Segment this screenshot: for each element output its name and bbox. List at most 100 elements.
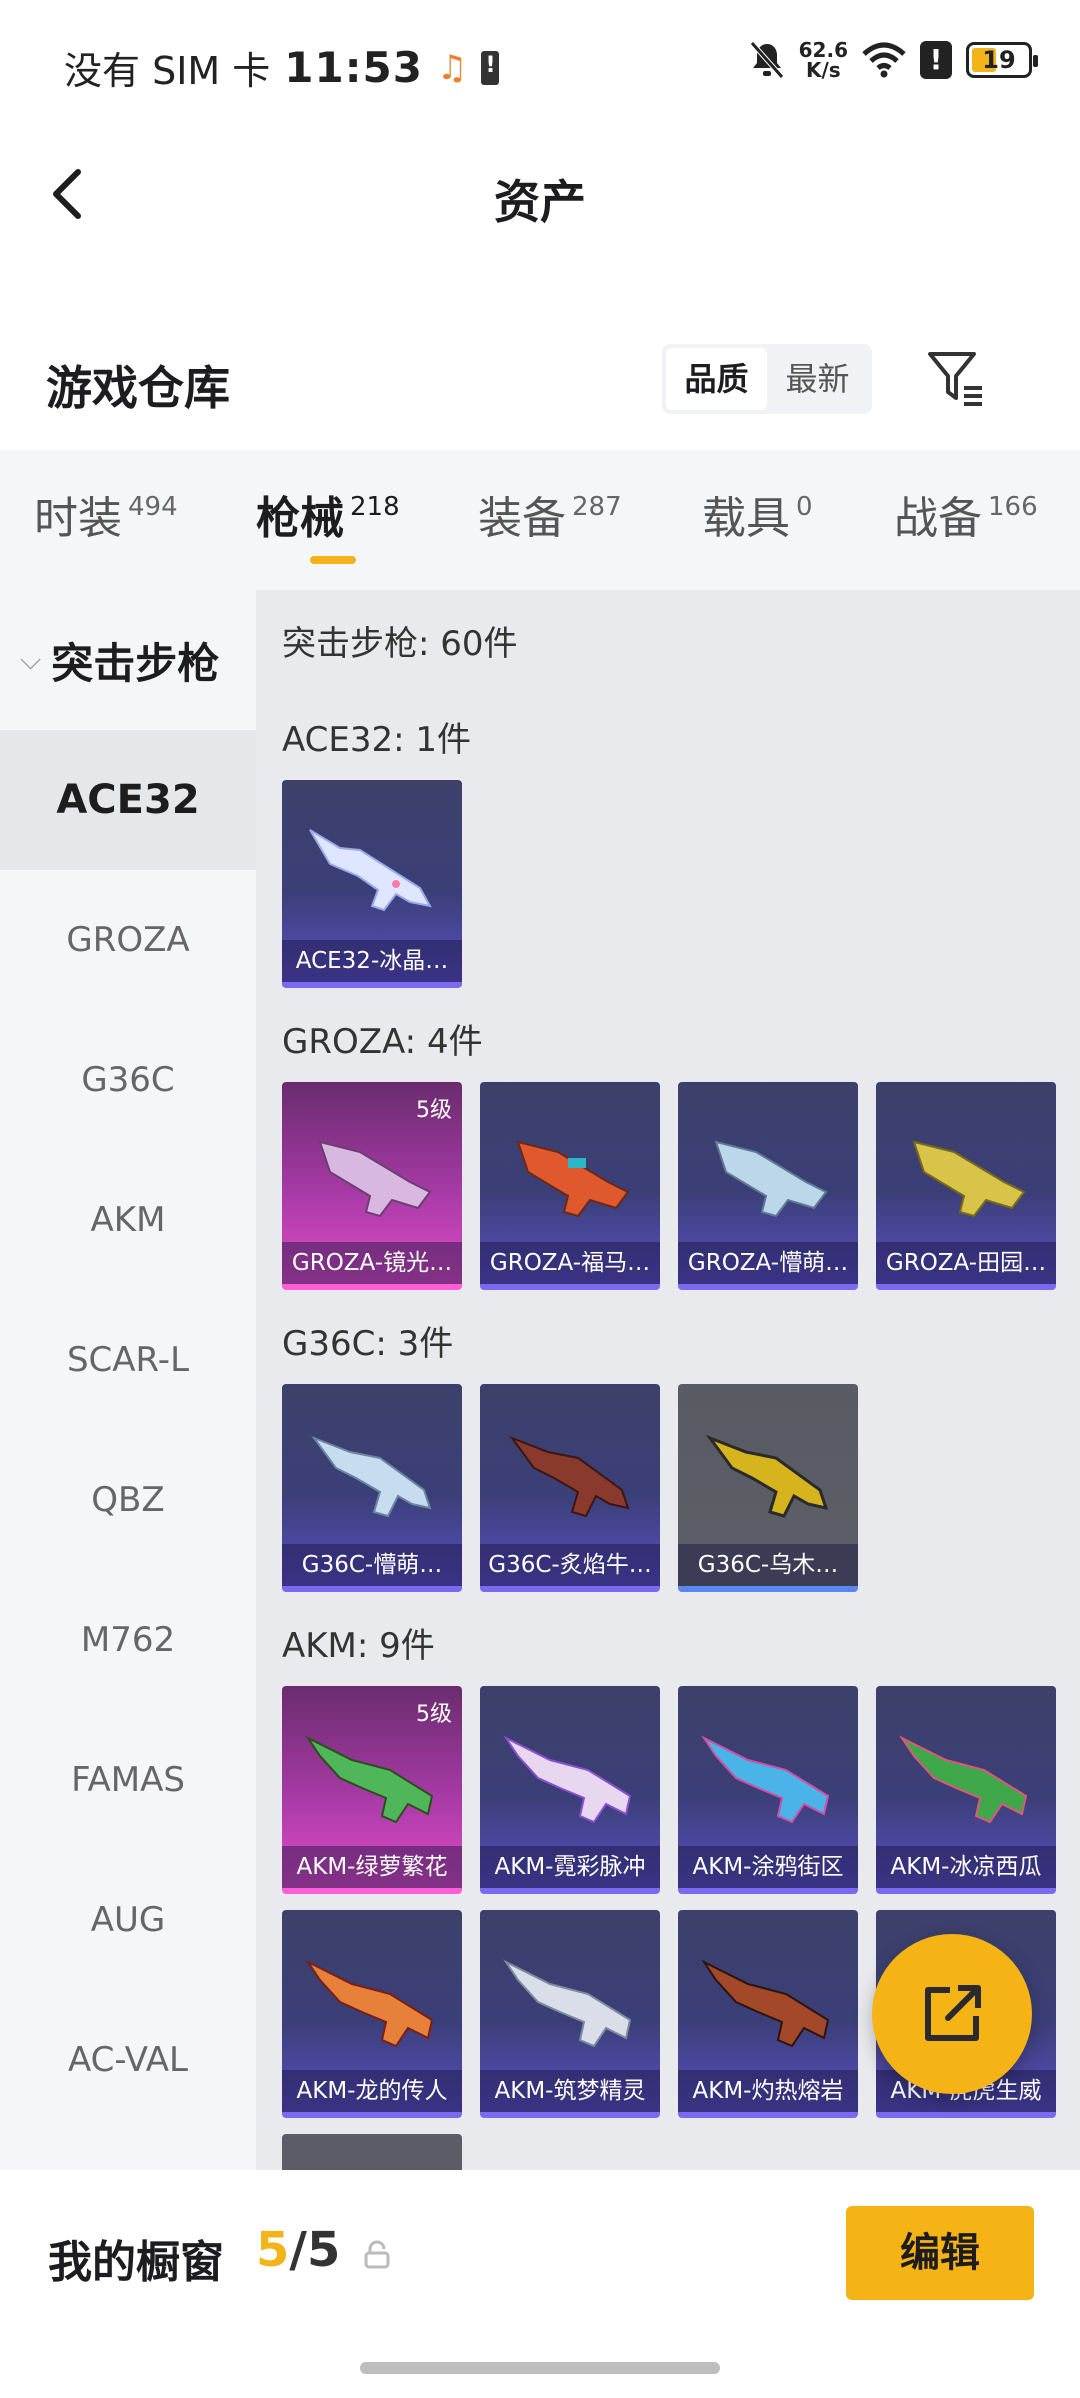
weapon-card[interactable]: GROZA-懵萌… [678,1082,858,1290]
section-title-akm: AKM: 9件 [282,1626,435,1666]
sidebar-item-famas[interactable]: FAMAS [0,1710,256,1850]
sidebar-item-groza[interactable]: GROZA [0,870,256,1010]
rifle-icon [305,1959,434,2048]
rifle-icon [705,1434,829,1518]
clock: 11:53 [284,43,423,92]
weapon-card-name: ACE32-冰晶… [282,940,462,982]
tab-vehicles[interactable]: 载具 0 [702,482,813,546]
weapon-card[interactable]: G36C-炙焰牛… [480,1384,660,1592]
weapon-grid: 突击步枪: 60件 ACE32: 1件 ACE32-冰晶… GROZA: 4件 … [256,590,1080,2170]
status-bar: 没有 SIM 卡 11:53 ♫ 62.6 K/s ! [0,0,1080,130]
tab-count: 494 [128,492,178,522]
weapon-card-name: G36C-炙焰牛… [480,1544,660,1586]
section-title-g36c: G36C: 3件 [282,1324,454,1364]
category-tabs: 时装 494 枪械 218 装备 287 载具 0 战备 166 [0,450,1080,590]
weapon-card[interactable]: GROZA-福马… [480,1082,660,1290]
wifi-icon [862,42,906,78]
home-indicator[interactable] [360,2362,720,2374]
showcase-bar: 我的橱窗 5/5 编辑 [0,2170,1080,2398]
weapon-card[interactable]: G36C-乌木… [678,1384,858,1592]
weapon-card-name: AKM-涂鸦街区 [678,1846,858,1888]
weapon-card[interactable]: AKM-涂鸦街区 [678,1686,858,1894]
net-speed-value: 62.6 [798,38,848,62]
rifle-icon [714,1140,828,1218]
sidebar-category-label: 突击步枪 [51,638,220,688]
tab-fashion[interactable]: 时装 494 [34,482,178,546]
rifle-icon [318,1140,432,1218]
weapon-card-name: GROZA-懵萌… [678,1242,858,1284]
rifle-icon [305,1735,434,1824]
weapon-card-name: G36C-乌木… [678,1544,858,1586]
alert-icon: ! [920,41,952,79]
tab-count: 218 [350,492,400,522]
weapon-card[interactable]: AKM-灼热熔岩 [678,1910,858,2118]
tab-equipment[interactable]: 装备 287 [478,482,622,546]
external-link-icon [925,1985,981,2041]
tab-label: 枪械 [256,493,344,544]
weapon-sidebar: ⌵ 突击步枪 ACE32 GROZA G36C AKM SCAR-L QBZ M… [0,590,256,2170]
sidebar-item-scar-l[interactable]: SCAR-L [0,1290,256,1430]
tab-label: 战备 [894,493,982,544]
tab-count: 287 [572,492,622,522]
weapon-card[interactable]: AKM-冰凉西瓜 [876,1686,1056,1894]
page-title: 资产 [494,175,586,229]
weapon-card[interactable]: G36C-懵萌… [282,1384,462,1592]
rifle-icon [503,1735,632,1824]
rifle-icon [309,829,432,912]
weapon-card-name: G36C-懵萌… [282,1544,462,1586]
share-button[interactable] [872,1934,1032,2094]
sidebar-item-g36c[interactable]: G36C [0,1010,256,1150]
sidebar-item-ac-val[interactable]: AC-VAL [0,1990,256,2130]
tab-label: 时装 [34,493,122,544]
weapon-card[interactable]: AKM-龙的传人 [282,1910,462,2118]
weapon-card[interactable]: ACE32-冰晶… [282,780,462,988]
weapon-card[interactable]: 5级 GROZA-镜光… [282,1082,462,1290]
net-speed: 62.6 K/s [799,40,848,80]
filter-icon[interactable] [924,346,988,410]
sidebar-item-qbz[interactable]: QBZ [0,1430,256,1570]
showcase-total: /5 [289,2222,341,2278]
weapon-card-name: AKM-绿萝繁花 [282,1846,462,1888]
rifle-icon [503,1959,632,2048]
weapon-card[interactable]: GROZA-田园… [876,1082,1056,1290]
tab-label: 装备 [478,493,566,544]
weapon-card[interactable]: 5级 AKM-绿萝繁花 [282,1686,462,1894]
rifle-icon [701,1959,830,2048]
tab-combat-gear[interactable]: 战备 166 [894,482,1038,546]
section-title-groza: GROZA: 4件 [282,1022,483,1062]
chevron-down-icon: ⌵ [20,643,42,676]
sidebar-item-ace32[interactable]: ACE32 [0,730,256,870]
rifle-icon [516,1140,630,1218]
weapon-card[interactable]: AKM-筑梦精灵 [480,1910,660,2118]
tab-label: 载具 [702,493,790,544]
weapon-card[interactable]: AKM-霓彩脉冲 [480,1686,660,1894]
rifle-icon [701,1735,830,1824]
weapon-card[interactable] [282,2134,462,2170]
rifle-icon [509,1435,630,1518]
rifle-icon [311,1435,432,1518]
sort-switch: 品质 最新 [662,344,872,414]
weapon-card-name: GROZA-田园… [876,1242,1056,1284]
music-icon: ♫ [436,47,468,88]
weapon-card-name: AKM-霓彩脉冲 [480,1846,660,1888]
sidebar-item-akm[interactable]: AKM [0,1150,256,1290]
battery-warning-icon [481,50,500,85]
sort-quality-button[interactable]: 品质 [666,348,767,410]
edit-button[interactable]: 编辑 [846,2206,1034,2300]
active-tab-indicator [310,556,356,564]
section-title-ace32: ACE32: 1件 [282,720,472,760]
weapon-card-name: AKM-冰凉西瓜 [876,1846,1056,1888]
sidebar-item-m762[interactable]: M762 [0,1570,256,1710]
lock-icon [364,2240,390,2269]
sidebar-category-assault-rifle[interactable]: ⌵ 突击步枪 [0,590,256,730]
weapon-card-name: GROZA-福马… [480,1242,660,1284]
sidebar-item-aug[interactable]: AUG [0,1850,256,1990]
showcase-label: 我的橱窗 [48,2237,224,2288]
tab-firearms[interactable]: 枪械 218 [256,482,400,546]
tab-count: 166 [988,492,1038,522]
sort-newest-button[interactable]: 最新 [767,348,868,410]
warehouse-header: 游戏仓库 品质 最新 [0,330,1080,430]
battery-level: 19 [982,46,1016,74]
weapon-card-name: AKM-灼热熔岩 [678,2070,858,2112]
bell-off-icon [749,41,784,79]
